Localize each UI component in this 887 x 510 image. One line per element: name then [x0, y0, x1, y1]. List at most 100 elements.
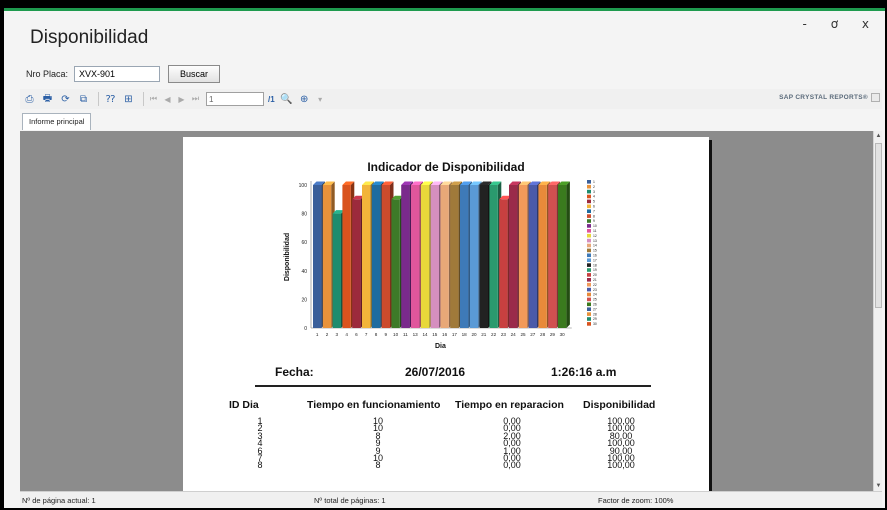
legend-swatch: [587, 278, 591, 282]
search-button[interactable]: Buscar: [168, 65, 221, 83]
parameters-icon[interactable]: ⊞: [121, 92, 136, 106]
bar: [489, 185, 498, 328]
scroll-thumb[interactable]: [875, 143, 882, 308]
chart-title: Indicador de Disponibilidad: [367, 160, 524, 174]
y-axis-label: Disponibilidad: [284, 233, 291, 281]
toolbar-separator: [98, 92, 99, 106]
legend-swatch: [587, 209, 591, 213]
bar: [371, 185, 381, 328]
legend-label: 15: [593, 249, 597, 253]
legend-swatch: [587, 248, 591, 253]
legend-swatch: [587, 204, 591, 209]
report-page: Indicador de Disponibilidad 0 20 40 60 80 100 D…: [183, 137, 709, 491]
legend-label: 25: [593, 298, 597, 302]
bar: [538, 185, 547, 328]
print-icon[interactable]: 🖶: [40, 92, 55, 106]
legend-swatch: [587, 180, 591, 184]
legend-label: 12: [593, 234, 597, 238]
col-id: 1234678: [255, 416, 265, 471]
zoom-icon[interactable]: ⊕: [297, 92, 312, 106]
first-page-icon[interactable]: ⏮: [148, 92, 159, 106]
legend-swatch: [587, 253, 591, 258]
x-tick-label: 17: [452, 332, 458, 337]
legend-label: 20: [593, 273, 597, 277]
legend-swatch: [587, 268, 591, 272]
find-icon[interactable]: 🔍: [279, 92, 294, 106]
legend-swatch: [587, 302, 591, 307]
table-cell: 0,00: [503, 460, 521, 471]
bar: [401, 185, 410, 328]
legend-label: 3: [593, 190, 595, 194]
prev-page-icon[interactable]: ◀: [162, 92, 173, 106]
legend-label: 24: [593, 293, 597, 297]
legend-label: 1: [593, 180, 595, 184]
table-cell: 100,00: [607, 460, 635, 471]
col-repair: 0,00 0,00 2,00 0,00 1,00 0,00 0,00: [497, 416, 527, 471]
legend-swatch: [587, 312, 591, 316]
crystal-report-viewer: ⎙ 🖶 ⟳ ⧉ ⁇ ⊞ ⏮ ◀ ▶ ⏭ /1 🔍 ⊕ ▾ SAP CRYSTAL…: [20, 89, 882, 508]
time-value: 1:26:16 a.m: [551, 365, 617, 379]
legend-label: 21: [593, 278, 597, 282]
legend-label: 29: [593, 317, 597, 321]
bar: [430, 185, 439, 328]
minimize-button[interactable]: -: [803, 17, 817, 31]
plate-input[interactable]: [74, 66, 161, 82]
x-tick-label: 24: [511, 332, 517, 337]
x-tick-label: 6: [355, 332, 358, 337]
x-tick-label: 27: [530, 332, 536, 337]
restore-button[interactable]: ơ: [831, 17, 848, 31]
scroll-up-icon[interactable]: ▲: [874, 131, 883, 141]
bar: [479, 185, 488, 328]
x-tick-label: 16: [442, 332, 448, 337]
bar: [411, 185, 420, 328]
legend-label: 10: [593, 224, 597, 228]
scroll-down-icon[interactable]: ▼: [874, 481, 883, 491]
legend-label: 9: [593, 219, 595, 223]
bar: [420, 185, 430, 328]
bar: [362, 185, 371, 328]
legend-label: 18: [593, 263, 597, 267]
report-toolbar: ⎙ 🖶 ⟳ ⧉ ⁇ ⊞ ⏮ ◀ ▶ ⏭ /1 🔍 ⊕ ▾ SAP CRYSTAL…: [20, 89, 882, 109]
vertical-scrollbar[interactable]: ▲ ▼: [873, 131, 882, 491]
legend-label: 27: [593, 307, 597, 311]
legend-label: 23: [593, 288, 597, 292]
date-value: 26/07/2016: [405, 365, 466, 379]
legend-swatch: [587, 282, 591, 287]
window-title: Disponibilidad: [30, 27, 149, 48]
legend-swatch: [587, 229, 591, 233]
close-button[interactable]: x: [862, 17, 879, 31]
legend-label: 17: [593, 258, 597, 262]
last-page-icon[interactable]: ⏭: [190, 92, 201, 106]
page-number-input[interactable]: [206, 92, 264, 106]
next-page-icon[interactable]: ▶: [176, 92, 187, 106]
legend-label: 19: [593, 268, 597, 272]
bar: [342, 185, 351, 328]
col-header-repair: Tiempo en reparacion: [455, 399, 564, 411]
toggle-sidebar-button[interactable]: [871, 93, 880, 102]
x-tick-label: 8: [375, 332, 378, 337]
legend-label: 2: [593, 185, 595, 189]
copy-icon[interactable]: ⧉: [76, 92, 91, 106]
legend-label: 8: [593, 214, 595, 218]
x-tick-label: 25: [520, 332, 526, 337]
x-tick-label: 10: [393, 332, 399, 337]
legend-label: 11: [593, 229, 597, 233]
refresh-icon[interactable]: ⟳: [58, 92, 73, 106]
legend-label: 14: [593, 244, 597, 248]
chevron-down-icon[interactable]: ▾: [315, 92, 326, 106]
legend-swatch: [587, 233, 591, 238]
col-availability: 100,00 100,00 80,00 100,00 90,00 100,00 100,00: [601, 416, 641, 471]
x-tick-label: 22: [491, 332, 497, 337]
table-cell: 8: [257, 460, 263, 471]
x-tick-label: 21: [481, 332, 487, 337]
legend-label: 4: [593, 195, 595, 199]
legend-swatch: [587, 243, 591, 248]
col-header-id: ID Dia: [229, 399, 259, 411]
x-tick-label: 18: [462, 332, 468, 337]
x-tick-label: 2: [326, 332, 329, 337]
group-tree-icon[interactable]: ⁇: [103, 92, 118, 106]
tab-main-report[interactable]: Informe principal: [22, 113, 92, 130]
export-icon[interactable]: ⎙: [22, 92, 37, 106]
legend-label: 30: [593, 322, 597, 326]
x-tick-label: 7: [365, 332, 368, 337]
